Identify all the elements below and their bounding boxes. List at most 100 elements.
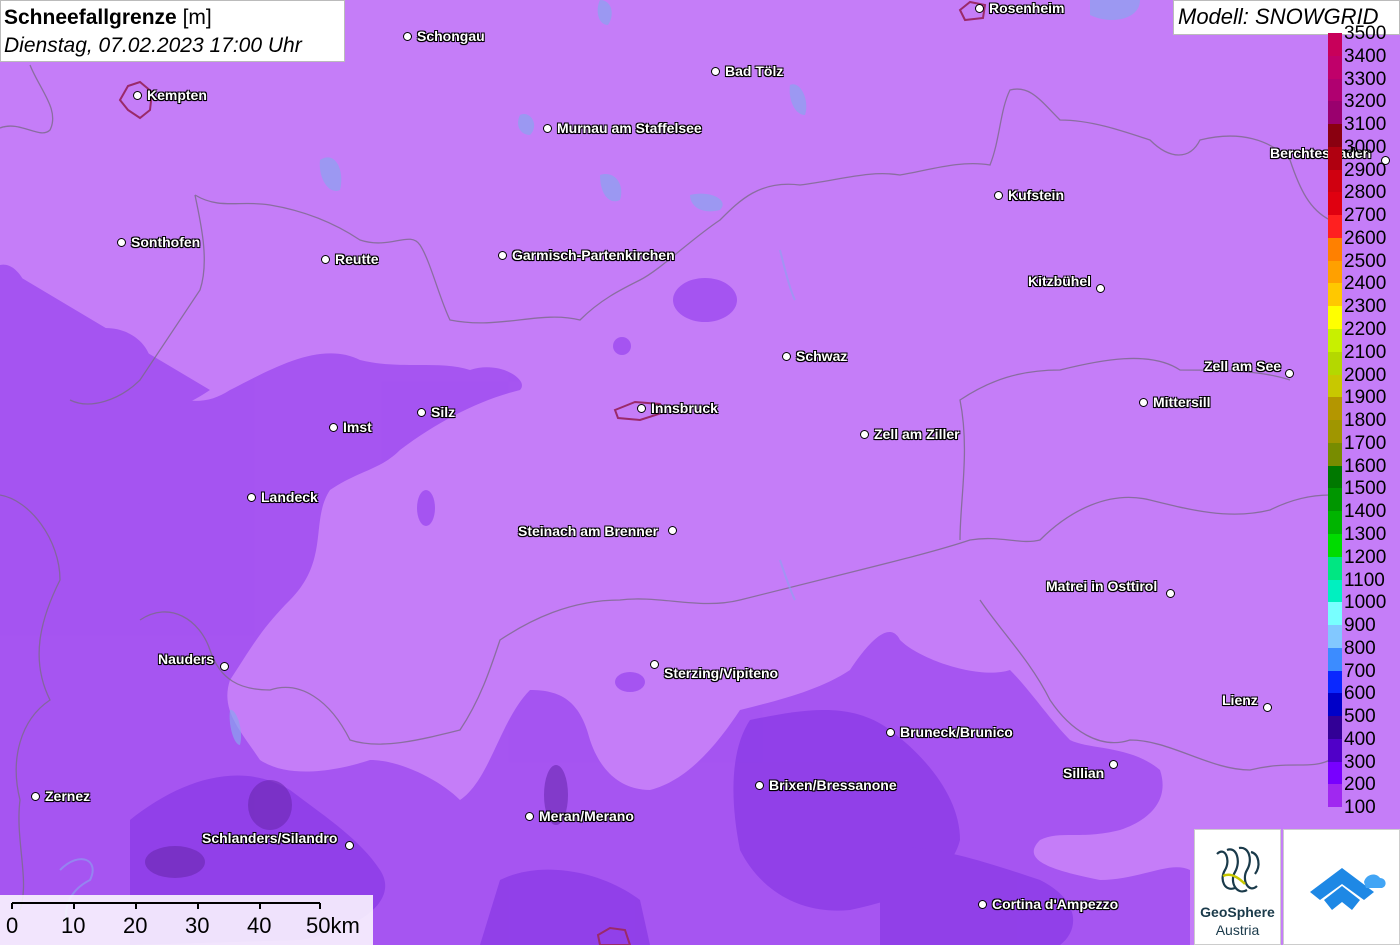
geosphere-logo[interactable]: GeoSphere Austria <box>1194 829 1281 945</box>
city-label: Reutte <box>335 251 379 267</box>
legend-row: 2900 <box>1328 159 1400 193</box>
snowline-map[interactable] <box>0 0 1400 945</box>
city-label: Murnau am Staffelsee <box>557 120 702 136</box>
legend-label: 2100 <box>1344 341 1387 363</box>
scale-bar: 0 10 20 30 40 50km <box>0 895 373 945</box>
legend-label: 3500 <box>1344 23 1387 44</box>
legend-row: 200 <box>1328 773 1400 808</box>
legend-row: 2100 <box>1328 341 1400 375</box>
legend-label: 2800 <box>1344 182 1387 204</box>
city-marker[interactable] <box>1139 398 1148 407</box>
city-label: Kitzbühel <box>1028 273 1091 289</box>
legend-label: 500 <box>1344 706 1376 728</box>
city-label: Schlanders/Silandro <box>202 830 338 846</box>
city-marker[interactable] <box>417 408 426 417</box>
city-marker[interactable] <box>637 404 646 413</box>
logo-name: GeoSphere <box>1200 904 1275 920</box>
legend-row: 1100 <box>1328 569 1400 603</box>
city-label: Bruneck/Brunico <box>900 724 1013 740</box>
legend-label: 2000 <box>1344 364 1387 386</box>
city-marker[interactable] <box>978 900 987 909</box>
city-marker[interactable] <box>133 91 142 100</box>
legend-row: 2300 <box>1328 295 1400 330</box>
legend-label: 100 <box>1344 797 1376 819</box>
legend-label: 700 <box>1344 660 1376 682</box>
legend-label: 3000 <box>1344 136 1387 158</box>
city-marker[interactable] <box>755 781 764 790</box>
legend-row: 1900 <box>1328 386 1400 421</box>
city-marker[interactable] <box>1166 589 1175 598</box>
legend-label: 1300 <box>1344 523 1387 545</box>
legend-row: 1300 <box>1328 523 1400 557</box>
legend-row: 3400 <box>1328 45 1400 79</box>
legend-label: 1700 <box>1344 432 1387 454</box>
city-marker[interactable] <box>543 124 552 133</box>
legend-label: 1800 <box>1344 410 1387 432</box>
title-box: Schneefallgrenze [m] Dienstag, 07.02.202… <box>0 0 345 62</box>
legend-label: 1000 <box>1344 592 1387 614</box>
city-label: Cortina d'Ampezzo <box>992 896 1119 912</box>
legend-label: 2500 <box>1344 250 1387 272</box>
city-marker[interactable] <box>403 32 412 41</box>
city-marker[interactable] <box>329 423 338 432</box>
city-marker[interactable] <box>994 191 1003 200</box>
legend-label: 2900 <box>1344 159 1387 181</box>
legend-row: 2800 <box>1328 181 1400 216</box>
city-label: Landeck <box>261 489 318 505</box>
city-marker[interactable] <box>782 352 791 361</box>
legend-row: 3200 <box>1328 90 1400 125</box>
city-marker[interactable] <box>1109 760 1118 769</box>
city-label: Matrei in Osttirol <box>1046 578 1158 594</box>
legend-label: 900 <box>1344 615 1376 637</box>
weather-app-logo[interactable] <box>1283 829 1400 945</box>
city-marker[interactable] <box>31 792 40 801</box>
city-label: Innsbruck <box>651 400 718 416</box>
city-marker[interactable] <box>1096 284 1105 293</box>
map-title: Schneefallgrenze [m] <box>4 4 344 32</box>
legend-row: 2000 <box>1328 364 1400 398</box>
legend-row: 1400 <box>1328 500 1400 534</box>
legend-row: 3100 <box>1328 113 1400 147</box>
legend-label: 3200 <box>1344 91 1387 113</box>
legend-row: 700 <box>1328 660 1400 694</box>
legend-label: 200 <box>1344 774 1376 796</box>
city-label: Schwaz <box>796 348 848 364</box>
legend-label: 1900 <box>1344 387 1387 409</box>
city-marker[interactable] <box>525 812 534 821</box>
city-marker[interactable] <box>711 67 720 76</box>
city-marker[interactable] <box>650 660 659 669</box>
legend-row: 900 <box>1328 614 1400 648</box>
legend-row: 500 <box>1328 705 1400 739</box>
legend-row: 2200 <box>1328 318 1400 352</box>
legend-label: 400 <box>1344 728 1376 750</box>
cloud-arrow-icon <box>1310 868 1386 910</box>
city-marker[interactable] <box>668 526 677 535</box>
legend-row: 1700 <box>1328 432 1400 466</box>
city-marker[interactable] <box>498 251 507 260</box>
legend-row: 3000 <box>1328 136 1400 170</box>
city-marker[interactable] <box>220 662 229 671</box>
city-marker[interactable] <box>321 255 330 264</box>
city-label: Sillian <box>1063 765 1105 781</box>
legend-row: 1800 <box>1328 409 1400 443</box>
legend-label: 2200 <box>1344 319 1387 341</box>
city-label: Zell am Ziller <box>874 426 960 442</box>
city-marker[interactable] <box>117 238 126 247</box>
legend-row: 1200 <box>1328 546 1400 580</box>
city-marker[interactable] <box>345 841 354 850</box>
city-marker[interactable] <box>1285 369 1294 378</box>
city-label: Rosenheim <box>989 0 1065 16</box>
city-marker[interactable] <box>860 430 869 439</box>
city-marker[interactable] <box>1263 703 1272 712</box>
city-label: Steinach am Brenner <box>518 523 659 539</box>
city-marker[interactable] <box>975 4 984 13</box>
legend-row: 2700 <box>1328 204 1400 238</box>
city-label: Meran/Merano <box>539 808 634 824</box>
logo-sub: Austria <box>1215 922 1260 938</box>
city-marker[interactable] <box>247 493 256 502</box>
geosphere-icon <box>1216 846 1260 893</box>
legend-label: 1400 <box>1344 501 1387 523</box>
scale-tick: 30 <box>185 913 210 938</box>
city-marker[interactable] <box>886 728 895 737</box>
scale-tick: 40 <box>247 913 272 938</box>
